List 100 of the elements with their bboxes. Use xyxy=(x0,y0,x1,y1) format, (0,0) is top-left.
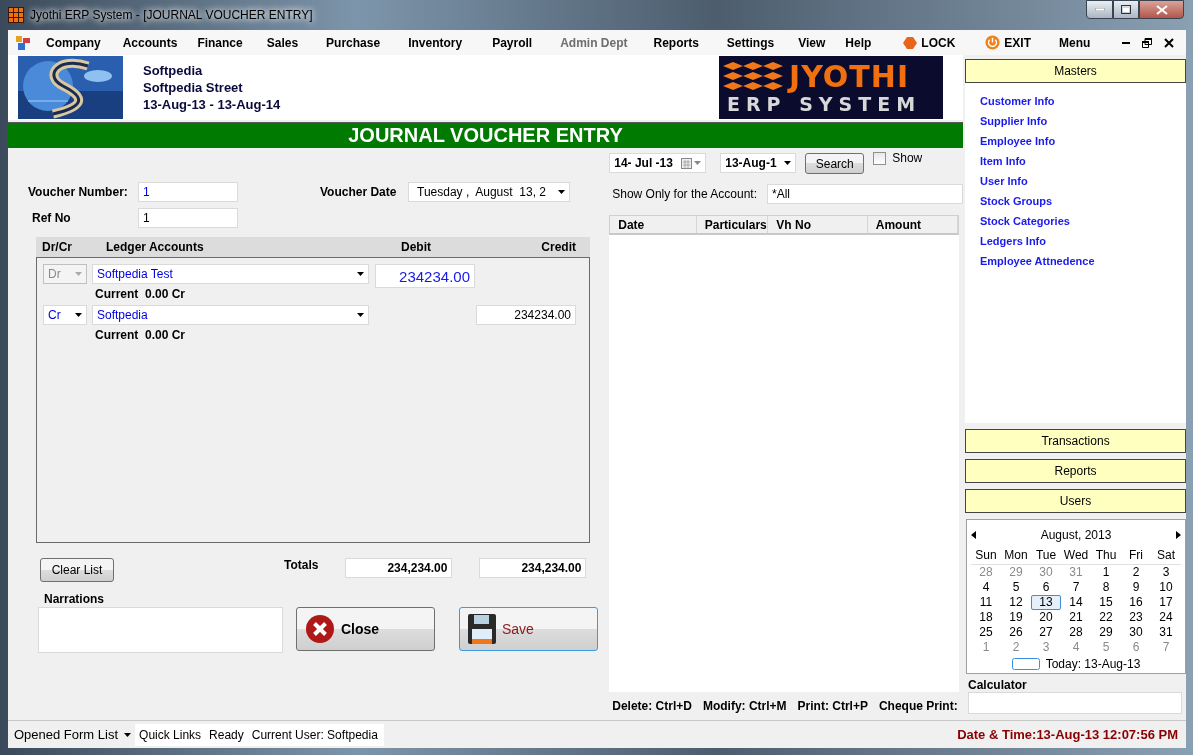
current-user: Current User: Softpedia xyxy=(251,727,378,742)
calendar-day[interactable]: 23 xyxy=(1121,610,1151,625)
section-header[interactable]: Reports xyxy=(965,459,1186,483)
calendar-day[interactable]: 19 xyxy=(1001,610,1031,625)
search-button[interactable]: Search xyxy=(805,153,865,174)
section-header[interactable]: Masters xyxy=(965,59,1186,83)
master-link[interactable]: Supplier Info xyxy=(980,115,1186,127)
calendar-day[interactable]: 17 xyxy=(1151,595,1181,610)
previous-month-icon[interactable] xyxy=(971,531,976,539)
calendar-day[interactable]: 3 xyxy=(1151,565,1181,580)
minimize-icon[interactable] xyxy=(1122,41,1130,44)
menu-item[interactable]: Accounts xyxy=(112,35,188,50)
calendar-day[interactable]: 7 xyxy=(1061,580,1091,595)
menu-item[interactable]: Payroll xyxy=(476,35,549,50)
master-link[interactable]: User Info xyxy=(980,175,1186,187)
calendar-day[interactable]: 16 xyxy=(1121,595,1151,610)
exit-menu-item[interactable]: EXIT xyxy=(977,35,1040,50)
close-icon[interactable] xyxy=(1164,37,1174,48)
today-label[interactable]: Today: 13-Aug-13 xyxy=(1045,657,1141,671)
master-link[interactable]: Ledgers Info xyxy=(980,235,1186,247)
calendar-day[interactable]: 5 xyxy=(1001,580,1031,595)
account-filter-field[interactable]: *All xyxy=(767,184,963,204)
menu-item[interactable]: Inventory xyxy=(394,35,477,50)
minimize-button[interactable] xyxy=(1086,0,1113,19)
calendar-day[interactable]: 29 xyxy=(1001,565,1031,580)
calendar-day[interactable]: 28 xyxy=(1061,625,1091,640)
menu-item[interactable]: Reports xyxy=(639,35,713,50)
ledger-account-select[interactable]: Softpedia Test xyxy=(92,264,369,284)
menu-item[interactable]: Purchase xyxy=(312,35,395,50)
calendar-day[interactable]: 27 xyxy=(1031,625,1061,640)
dr-cr-select[interactable]: Cr xyxy=(43,305,87,325)
maximize-button[interactable] xyxy=(1113,0,1139,19)
master-link[interactable]: Employee Info xyxy=(980,135,1186,147)
master-link[interactable]: Stock Categories xyxy=(980,215,1186,227)
ledger-account-select[interactable]: Softpedia xyxy=(92,305,369,325)
calendar-day[interactable]: 13 xyxy=(1031,595,1061,610)
calendar-day[interactable]: 4 xyxy=(971,580,1001,595)
calendar-day[interactable]: 1 xyxy=(971,640,1001,655)
calendar-day[interactable]: 4 xyxy=(1061,640,1091,655)
menu-item[interactable]: Sales xyxy=(252,35,313,50)
credit-field[interactable]: 234234.00 xyxy=(476,305,576,325)
form-icon[interactable] xyxy=(16,35,30,50)
close-button[interactable]: Close xyxy=(296,607,435,651)
calendar-day[interactable]: 3 xyxy=(1031,640,1061,655)
quick-links[interactable]: Quick Links xyxy=(135,727,202,742)
lock-menu-item[interactable]: LOCK xyxy=(881,35,978,50)
calendar-day[interactable]: 6 xyxy=(1031,580,1061,595)
master-link[interactable]: Customer Info xyxy=(980,95,1186,107)
calendar-day[interactable]: 21 xyxy=(1061,610,1091,625)
to-date-picker[interactable]: 13-Aug-1 xyxy=(720,153,797,173)
next-month-icon[interactable] xyxy=(1176,531,1181,539)
calendar-day[interactable]: 2 xyxy=(1121,565,1151,580)
menu-item[interactable]: Help xyxy=(835,35,882,50)
menu-item[interactable]: Settings xyxy=(712,35,789,50)
menu-item[interactable]: Company xyxy=(34,35,113,50)
save-button[interactable]: Save xyxy=(459,607,598,651)
calendar-day[interactable]: 30 xyxy=(1031,565,1061,580)
calendar-day[interactable]: 24 xyxy=(1151,610,1181,625)
from-date-picker[interactable]: 14- Jul -13 xyxy=(609,153,707,173)
calendar-day[interactable]: 18 xyxy=(971,610,1001,625)
dropdown-arrow-icon xyxy=(784,161,792,165)
calendar-day[interactable]: 22 xyxy=(1091,610,1121,625)
calendar-day[interactable]: 20 xyxy=(1031,610,1061,625)
section-header[interactable]: Users xyxy=(965,489,1186,513)
section-header[interactable]: Transactions xyxy=(965,429,1186,453)
calendar-day[interactable]: 12 xyxy=(1001,595,1031,610)
master-link[interactable]: Item Info xyxy=(980,155,1186,167)
calendar-day[interactable]: 1 xyxy=(1091,565,1121,580)
checkbox[interactable] xyxy=(873,151,887,165)
voucher-date-picker[interactable]: Tuesday , August 13, 2 xyxy=(408,182,570,202)
calendar-day[interactable]: 9 xyxy=(1121,580,1151,595)
calendar-day[interactable]: 26 xyxy=(1001,625,1031,640)
restore-icon[interactable] xyxy=(1142,37,1152,48)
calendar-day[interactable]: 25 xyxy=(971,625,1001,640)
calendar-day[interactable]: 31 xyxy=(1061,565,1091,580)
master-link[interactable]: Employee Attnedence xyxy=(980,255,1186,267)
ref-no-field[interactable]: 1 xyxy=(138,208,238,228)
calendar-day[interactable]: 30 xyxy=(1121,625,1151,640)
date-time: Date & Time:13-Aug-13 12:07:56 PM xyxy=(956,727,1179,742)
calendar-day[interactable]: 6 xyxy=(1121,640,1151,655)
calendar-day[interactable]: 10 xyxy=(1151,580,1181,595)
calculator-field[interactable] xyxy=(968,692,1182,714)
menu-item[interactable]: Menu xyxy=(1039,35,1111,50)
narrations-field[interactable] xyxy=(38,607,283,653)
close-button[interactable] xyxy=(1139,0,1184,19)
menu-item[interactable]: Finance xyxy=(187,35,253,50)
menu-item[interactable]: View xyxy=(788,35,836,50)
calendar-day[interactable]: 11 xyxy=(971,595,1001,610)
master-link[interactable]: Stock Groups xyxy=(980,195,1186,207)
calendar-day[interactable]: 28 xyxy=(971,565,1001,580)
clear-list-button[interactable]: Clear List xyxy=(40,558,114,582)
calendar-day[interactable]: 29 xyxy=(1091,625,1121,640)
debit-field[interactable]: 234234.00 xyxy=(375,264,475,288)
date-value: 13-Aug-1 xyxy=(725,156,777,170)
calendar-day[interactable]: 8 xyxy=(1091,580,1121,595)
voucher-number-field[interactable]: 1 xyxy=(138,182,238,202)
calendar-day[interactable]: 15 xyxy=(1091,595,1121,610)
calendar-day[interactable]: 31 xyxy=(1151,625,1181,640)
opened-forms-dropdown[interactable]: Opened Form List xyxy=(8,727,136,742)
calendar-day[interactable]: 14 xyxy=(1061,595,1091,610)
